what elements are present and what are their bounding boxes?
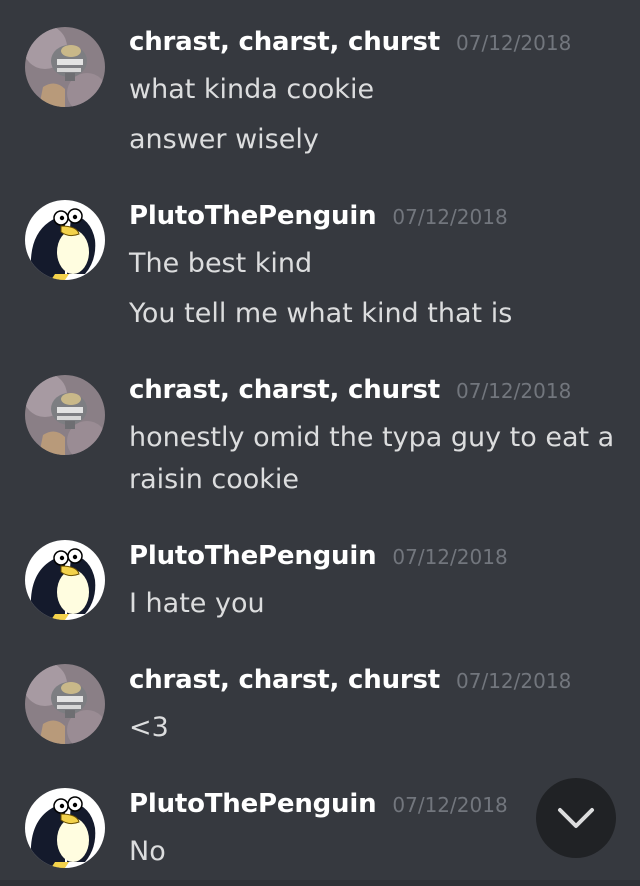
timestamp: 07/12/2018	[456, 669, 572, 693]
username[interactable]: chrast, charst, churst	[129, 27, 440, 57]
username[interactable]: chrast, charst, churst	[129, 375, 440, 405]
timestamp: 07/12/2018	[456, 379, 572, 403]
penguin-avatar-icon	[25, 540, 105, 620]
username[interactable]: PlutoThePenguin	[129, 541, 377, 571]
message-text: <3	[129, 712, 169, 743]
message-text: raisin cookie	[129, 464, 300, 495]
message-text: what kinda cookie	[129, 74, 375, 105]
message-text: I hate you	[129, 588, 265, 619]
jump-to-bottom-button[interactable]	[536, 778, 616, 858]
username[interactable]: PlutoThePenguin	[129, 201, 377, 231]
user-avatar[interactable]	[25, 200, 105, 280]
bottom-divider	[0, 880, 640, 886]
username[interactable]: PlutoThePenguin	[129, 789, 377, 819]
user-avatar[interactable]	[25, 375, 105, 455]
message-text: The best kind	[129, 248, 313, 279]
grey-knit-hat-avatar-icon	[25, 375, 105, 455]
message-text: answer wisely	[129, 124, 319, 155]
user-avatar[interactable]	[25, 27, 105, 107]
message-text: honestly omid the typa guy to eat a	[129, 422, 615, 453]
penguin-avatar-icon	[25, 788, 105, 868]
timestamp: 07/12/2018	[392, 793, 508, 817]
grey-knit-hat-avatar-icon	[25, 664, 105, 744]
user-avatar[interactable]	[25, 664, 105, 744]
penguin-avatar-icon	[25, 200, 105, 280]
message-text: You tell me what kind that is	[129, 298, 513, 329]
user-avatar[interactable]	[25, 788, 105, 868]
timestamp: 07/12/2018	[456, 31, 572, 55]
timestamp: 07/12/2018	[392, 545, 508, 569]
username[interactable]: chrast, charst, churst	[129, 665, 440, 695]
message-text: No	[129, 836, 166, 867]
timestamp: 07/12/2018	[392, 205, 508, 229]
chevron-down-icon	[558, 808, 594, 828]
user-avatar[interactable]	[25, 540, 105, 620]
grey-knit-hat-avatar-icon	[25, 27, 105, 107]
